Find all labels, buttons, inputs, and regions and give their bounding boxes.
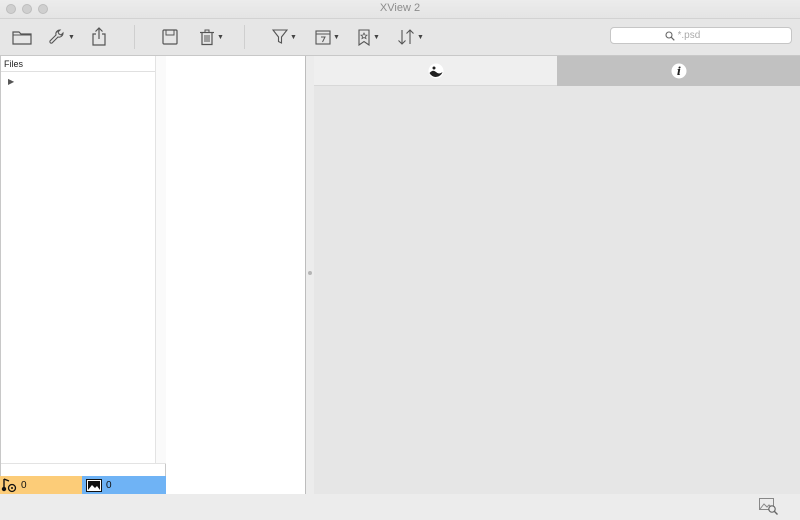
search-field[interactable] xyxy=(610,27,792,44)
tab-info[interactable]: i xyxy=(557,56,800,86)
files-panel: Files ▶ xyxy=(0,56,167,476)
divider xyxy=(1,463,166,464)
files-header: Files xyxy=(1,56,155,72)
tab-preview[interactable] xyxy=(314,56,557,86)
save-button[interactable] xyxy=(162,24,178,50)
audio-video-icon xyxy=(1,478,17,493)
split-view-divider[interactable] xyxy=(306,56,314,494)
image-viewer-area[interactable] xyxy=(314,86,800,494)
calendar-icon xyxy=(315,30,331,45)
image-counter[interactable]: 0 xyxy=(82,476,166,494)
funnel-icon xyxy=(272,29,288,44)
bookmark-icon xyxy=(358,28,370,46)
image-count: 0 xyxy=(106,479,112,491)
sort-button[interactable]: ▼ xyxy=(397,24,424,50)
toolbar: ▼ ▼ ▼ ▼ ▼ ▼ *.psd xyxy=(0,19,800,56)
share-icon xyxy=(92,27,106,46)
calendar-button[interactable]: ▼ xyxy=(315,24,340,50)
chevron-down-icon: ▼ xyxy=(68,33,75,41)
trash-icon xyxy=(200,29,214,45)
folder-icon xyxy=(12,31,32,45)
open-folder-button[interactable] xyxy=(12,24,32,50)
filter-button[interactable]: ▼ xyxy=(272,24,297,50)
floppy-icon xyxy=(162,29,178,45)
image-search-icon[interactable] xyxy=(759,498,779,516)
search-input[interactable] xyxy=(677,30,738,41)
info-icon: i xyxy=(671,63,686,79)
thumbnail-list-panel[interactable] xyxy=(166,56,306,494)
chevron-down-icon: ▼ xyxy=(417,33,424,41)
wrench-icon xyxy=(49,29,64,44)
window-title: XView 2 xyxy=(379,2,421,14)
audio-video-count: 0 xyxy=(21,479,27,491)
toolbar-separator xyxy=(134,25,135,49)
chevron-down-icon: ▼ xyxy=(290,33,297,41)
delete-button[interactable]: ▼ xyxy=(199,24,224,50)
sort-icon xyxy=(398,29,414,45)
bookmark-button[interactable]: ▼ xyxy=(357,24,380,50)
share-button[interactable] xyxy=(91,24,107,50)
expand-arrow-icon[interactable]: ▶ xyxy=(8,77,14,86)
chevron-down-icon: ▼ xyxy=(333,33,340,41)
viewer-tabs: i xyxy=(314,56,800,86)
status-bar xyxy=(0,494,800,520)
chevron-down-icon: ▼ xyxy=(217,33,224,41)
image-icon xyxy=(86,478,102,492)
svg-text:i: i xyxy=(676,65,680,78)
image-preview-icon xyxy=(428,63,443,78)
toolbar-separator xyxy=(244,25,245,49)
tools-button[interactable]: ▼ xyxy=(48,24,75,50)
splitter-grip-icon xyxy=(308,271,312,275)
title-bar: XView 2 xyxy=(0,0,800,19)
audio-video-counter[interactable]: 0 xyxy=(0,476,82,494)
chevron-down-icon: ▼ xyxy=(373,33,380,41)
search-icon xyxy=(664,30,675,41)
